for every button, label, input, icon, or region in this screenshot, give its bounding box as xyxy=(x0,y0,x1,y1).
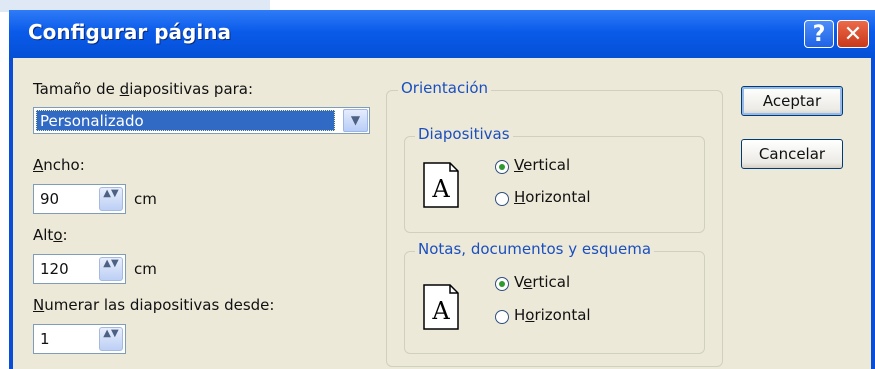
portrait-page-icon: A xyxy=(423,284,459,330)
width-value: 90 xyxy=(40,190,60,208)
slides-horizontal-label[interactable]: Horizontal xyxy=(514,188,591,206)
notes-horizontal-radio[interactable] xyxy=(495,310,509,324)
slides-group-title: Diapositivas xyxy=(415,125,513,143)
title-bar[interactable]: Configurar página ? ✕ xyxy=(9,10,875,58)
notes-group-title: Notas, documentos y esquema xyxy=(415,240,655,258)
accept-button[interactable]: Aceptar xyxy=(741,86,843,116)
notes-horizontal-label[interactable]: Horizontal xyxy=(514,306,591,324)
spin-arrows-icon[interactable]: ▲▼ xyxy=(99,257,123,281)
numbering-value: 1 xyxy=(40,330,50,348)
height-value: 120 xyxy=(40,260,69,278)
notes-vertical-label[interactable]: Vertical xyxy=(514,273,570,291)
numbering-label: Numerar las diapositivas desde: xyxy=(33,296,275,314)
slide-size-selected-value: Personalizado xyxy=(36,110,335,131)
cancel-button[interactable]: Cancelar xyxy=(741,139,843,169)
orientation-title: Orientación xyxy=(398,79,492,97)
slides-vertical-radio[interactable] xyxy=(495,160,509,174)
slide-size-dropdown[interactable]: Personalizado ▼ xyxy=(33,107,370,134)
slides-vertical-label[interactable]: Vertical xyxy=(514,156,570,174)
portrait-page-icon: A xyxy=(423,162,459,208)
height-unit: cm xyxy=(134,260,157,278)
spin-arrows-icon[interactable]: ▲▼ xyxy=(99,327,123,351)
chevron-down-icon[interactable]: ▼ xyxy=(343,109,368,132)
height-spinner[interactable]: 120 ▲▼ xyxy=(33,254,126,284)
dialog-body: Tamaño de diapositivas para: Personaliza… xyxy=(13,58,871,369)
height-label: Alto: xyxy=(33,226,68,244)
numbering-spinner[interactable]: 1 ▲▼ xyxy=(33,324,126,354)
notes-vertical-radio[interactable] xyxy=(495,277,509,291)
svg-text:A: A xyxy=(431,175,450,203)
spin-arrows-icon[interactable]: ▲▼ xyxy=(99,187,123,211)
width-label: Ancho: xyxy=(33,156,85,174)
svg-text:A: A xyxy=(431,297,450,325)
help-button[interactable]: ? xyxy=(804,20,834,48)
dialog-title: Configurar página xyxy=(28,20,231,44)
slide-size-label: Tamaño de diapositivas para: xyxy=(33,80,254,98)
close-button[interactable]: ✕ xyxy=(837,20,869,48)
width-unit: cm xyxy=(134,190,157,208)
width-spinner[interactable]: 90 ▲▼ xyxy=(33,184,126,214)
page-setup-dialog: Configurar página ? ✕ Tamaño de diaposit… xyxy=(9,10,875,369)
slides-horizontal-radio[interactable] xyxy=(495,192,509,206)
